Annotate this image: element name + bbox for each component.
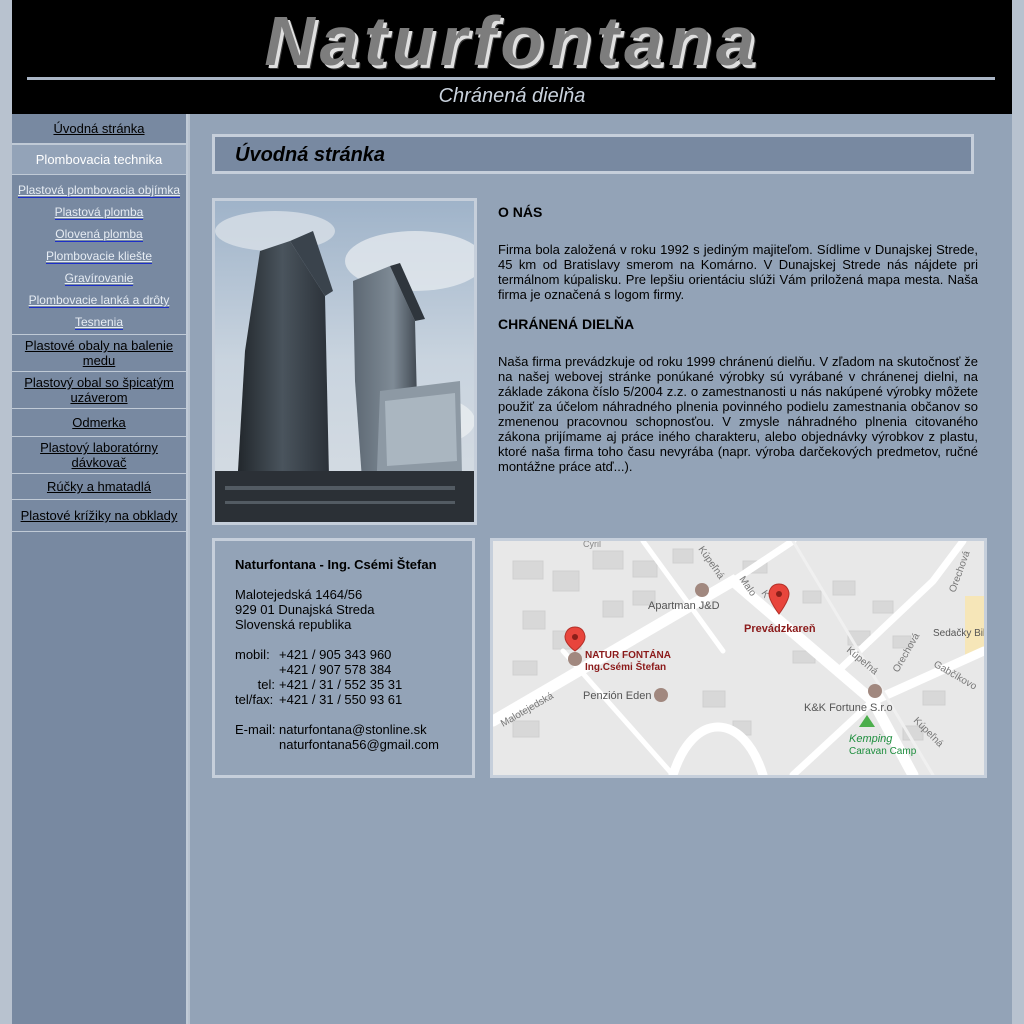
workshop-paragraph: Naša firma prevádzkuje od roku 1999 chrá… (498, 354, 978, 474)
nav-subitem-plombovacia-objimka[interactable]: Plastová plombovacia objímka (12, 175, 186, 202)
map-label-kemping: Kemping (849, 733, 893, 745)
map-label-apartman: Apartman J&D (648, 600, 720, 612)
email-address-1[interactable]: naturfontana@stonline.sk (279, 722, 427, 737)
hotel-icon[interactable] (654, 688, 668, 702)
business-icon[interactable] (568, 652, 582, 666)
business-icon[interactable] (868, 684, 882, 698)
hotel-icon[interactable] (695, 583, 709, 597)
nav-item-obal-spicaty[interactable]: Plastový obal so špicatým uzáverom (12, 372, 186, 409)
nav-item-obaly-med[interactable]: Plastové obaly na balenie medu (12, 335, 186, 372)
address-street: Malotejedská 1464/56 (235, 587, 363, 602)
map-label-kk-fortune: K&K Fortune S.r.o (804, 702, 893, 714)
email-address-2[interactable]: naturfontana56@gmail.com (279, 737, 439, 752)
address-city: 929 01 Dunajská Streda (235, 602, 375, 617)
tel-number: +421 / 31 / 552 35 31 (279, 677, 403, 692)
map-label-owner: Ing.Csémi Štefan (585, 660, 666, 673)
mobile-number-2: +421 / 907 578 384 (279, 662, 392, 677)
site-tagline: Chránená dielňa (438, 85, 586, 107)
nav-subitem-lanka-drotky[interactable]: Plombovacie lanká a drôty (12, 290, 186, 312)
telfax-number: +421 / 31 / 550 93 61 (279, 692, 403, 707)
map-canvas[interactable]: Malotejedská Kúpeľná Kúpeľná Orechová Or… (493, 541, 984, 775)
nav-subitem-tesnenia[interactable]: Tesnenia (12, 312, 186, 335)
nav-item-rucky-hmatadla[interactable]: Rúčky a hmatadlá (12, 474, 186, 500)
page-title-bar: Úvodná stránka (212, 134, 974, 174)
nav-subitem-olovena-plomba[interactable]: Olovená plomba (12, 224, 186, 246)
map-label-caravan: Caravan Camp (849, 746, 917, 757)
map-label-sedacky: Sedačky Bill (933, 628, 984, 639)
site-logo[interactable]: Naturfontana (12, 2, 1012, 80)
nav-subitem-plombovacie-klieste[interactable]: Plombovacie kliešte (12, 246, 186, 268)
building-photo (212, 198, 477, 525)
mobile-label: mobil: (235, 647, 270, 662)
address-country: Slovenská republika (235, 617, 352, 632)
nav-subitem-gravirovanie[interactable]: Gravírovanie (12, 268, 186, 290)
nav-subitem-plastova-plomba[interactable]: Plastová plomba (12, 202, 186, 224)
map-label-penzion: Penzión Eden (583, 690, 652, 702)
site-header: Naturfontana Chránená dielňa (12, 0, 1012, 114)
company-name: Naturfontana - Ing. Csémi Štefan (235, 557, 437, 572)
main-content: Úvodná stránka O NÁS Firma bola založená… (190, 114, 1012, 1024)
map-label-prevadzkaren: Prevádzkareň (744, 623, 816, 635)
telfax-label: tel/fax: (235, 692, 274, 707)
sidebar-nav: Úvodná stránka Plombovacia technika Plas… (12, 114, 188, 1024)
page-title: Úvodná stránka (235, 144, 386, 166)
nav-item-home[interactable]: Úvodná stránka (12, 114, 186, 144)
location-map[interactable]: Malotejedská Kúpeľná Kúpeľná Orechová Or… (490, 538, 987, 778)
map-label-natur: NATUR FONTÁNA (585, 648, 671, 661)
contact-card: Naturfontana - Ing. Csémi Štefan Malotej… (212, 538, 475, 778)
nav-item-krizky-obklady[interactable]: Plastové krížiky na obklady (12, 500, 186, 532)
about-heading: O NÁS (498, 204, 543, 220)
nav-item-laboratorny-davkovac[interactable]: Plastový laboratórny dávkovač (12, 437, 186, 474)
header-divider (27, 77, 995, 80)
mobile-number-1: +421 / 905 343 960 (279, 647, 392, 662)
workshop-heading: CHRÁNENÁ DIELŇA (498, 316, 635, 332)
map-street-top: Cyril (583, 541, 601, 549)
tel-label: tel: (257, 677, 275, 692)
intro-text: O NÁS Firma bola založená v roku 1992 s … (498, 204, 978, 488)
email-label: E-mail: (235, 722, 276, 737)
nav-item-odmerka[interactable]: Odmerka (12, 409, 186, 437)
nav-item-plombovacia-technika[interactable]: Plombovacia technika (12, 144, 186, 175)
about-paragraph: Firma bola založená v roku 1992 s jediný… (498, 242, 978, 302)
skyscraper-image (215, 201, 474, 522)
